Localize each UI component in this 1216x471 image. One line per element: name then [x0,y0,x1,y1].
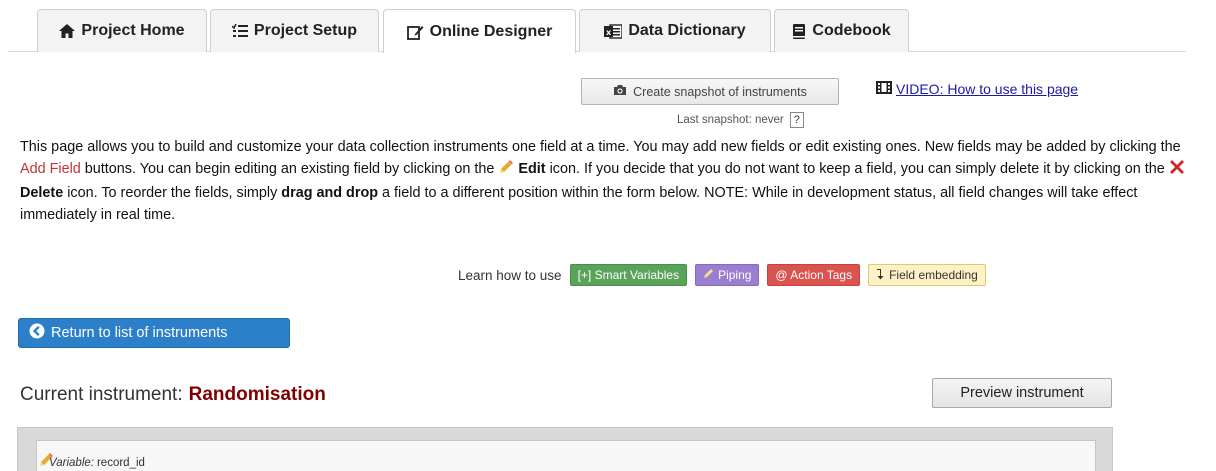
description-part: icon. To reorder the fields, simply [63,185,282,201]
embed-arrow-icon [876,268,885,283]
create-snapshot-label: Create snapshot of instruments [633,84,807,99]
delete-icon [1169,159,1185,182]
help-icon[interactable]: ? [789,112,804,128]
drag-and-drop-text: drag and drop [281,185,379,201]
current-instrument-label: Current instrument: [20,384,183,405]
field-embedding-label: Field embedding [889,268,978,282]
delete-text: Delete [20,185,64,201]
variable-info: Variable: record_id [49,457,145,469]
tab-label: Project Home [81,22,185,39]
preview-instrument-button[interactable]: Preview instrument [932,378,1112,408]
piping-label: Piping [718,268,752,282]
camera-icon [613,84,627,99]
video-link[interactable]: VIDEO: How to use this page [876,81,1078,97]
tab-label: Data Dictionary [628,22,746,39]
description-part: This page allows you to build and custom… [20,139,1181,155]
field-row[interactable] [36,440,1096,471]
tab-codebook[interactable]: Codebook [774,9,909,52]
list-check-icon [231,24,248,38]
description-part: icon. If you decide that you do not want… [545,161,1169,177]
return-to-instruments-button[interactable]: Return to list of instruments [18,318,290,348]
variable-name: record_id [96,457,145,469]
action-tags-button[interactable]: @ Action Tags [767,264,861,286]
tab-project-setup[interactable]: Project Setup [210,9,379,52]
edit-icon [406,24,424,40]
learn-label: Learn how to use [458,267,562,283]
learn-how-to-use: Learn how to use [+] Smart Variables Pip… [458,264,986,286]
video-link-label: VIDEO: How to use this page [896,81,1079,97]
tab-data-dictionary[interactable]: x Data Dictionary [579,9,771,52]
chevron-left-circle-icon [29,323,45,343]
excel-icon: x [604,23,623,39]
svg-text:x: x [606,28,612,37]
instrument-name: Randomisation [188,384,326,405]
book-icon [792,23,806,39]
smart-variables-button[interactable]: [+] Smart Variables [569,264,688,286]
tab-label: Project Setup [253,22,358,39]
create-snapshot-button[interactable]: Create snapshot of instruments [581,78,839,105]
film-icon [876,81,892,97]
tab-label: Online Designer [429,22,553,40]
current-instrument: Current instrument: Randomisation [20,384,326,406]
tab-bar: Project Home Project Setup Online Design… [0,0,1216,53]
tab-online-designer[interactable]: Online Designer [383,9,576,53]
tab-label: Codebook [812,22,891,39]
last-snapshot-text: Last snapshot: never [677,114,784,126]
field-embedding-button[interactable]: Field embedding [868,264,986,286]
description-part: buttons. You can begin editing an existi… [80,161,499,177]
return-label: Return to list of instruments [51,325,228,341]
piping-button[interactable]: Piping [695,264,760,286]
variable-label: Variable: [49,457,94,469]
edit-text: Edit [518,161,546,177]
add-field-text: Add Field [20,161,81,177]
piping-icon [703,268,714,282]
tab-project-home[interactable]: Project Home [37,9,207,52]
home-icon [59,24,76,38]
page-description: This page allows you to build and custom… [20,136,1195,226]
last-snapshot: Last snapshot: never ? [677,112,804,128]
pencil-icon [498,159,514,182]
field-container [17,427,1113,471]
